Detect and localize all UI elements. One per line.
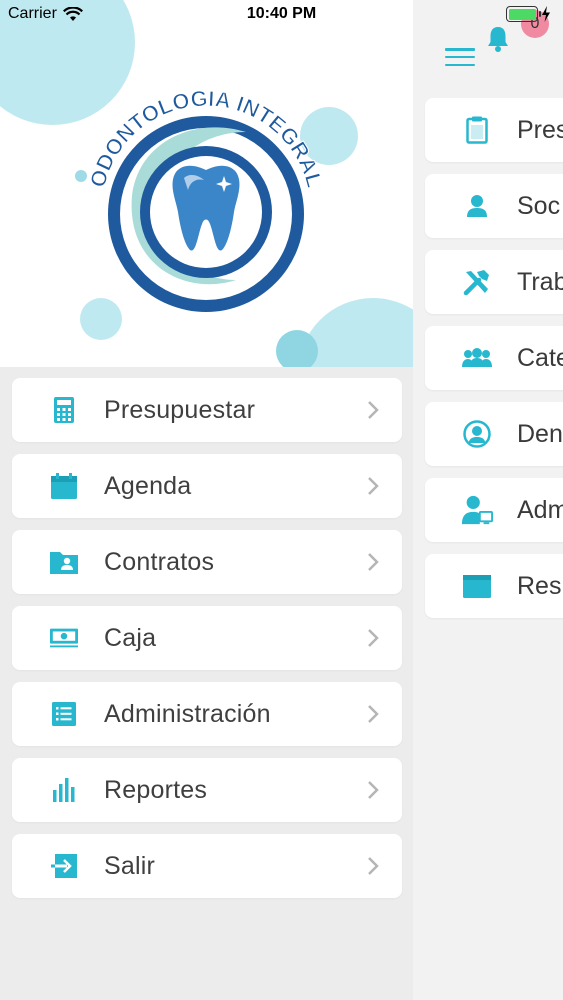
menu-item-salir[interactable]: Salir — [12, 834, 402, 898]
main-item-label: Adm — [517, 495, 563, 524]
bell-icon[interactable] — [483, 24, 513, 54]
main-item-presupuestos[interactable]: Pres — [425, 98, 563, 162]
chevron-right-icon — [368, 781, 379, 799]
menu-item-label: Administración — [104, 699, 271, 728]
main-item-label: Res — [517, 571, 562, 600]
chevron-right-icon — [368, 553, 379, 571]
exit-icon — [50, 852, 78, 880]
menu-item-label: Salir — [104, 851, 156, 880]
menu-item-label: Caja — [104, 623, 157, 652]
main-panel: 0 Pres Soc Trab Cate Den Adm Res — [413, 0, 563, 1000]
drawer-header: ODONTOLOGIA INTEGRAL — [0, 0, 413, 367]
tools-icon — [461, 266, 493, 298]
menu-item-contratos[interactable]: Contratos — [12, 530, 402, 594]
clipboard-icon — [461, 114, 493, 146]
hamburger-line — [445, 63, 475, 66]
main-item-socios[interactable]: Soc — [425, 174, 563, 238]
chevron-right-icon — [368, 705, 379, 723]
user-computer-icon — [461, 494, 493, 526]
menu-item-administracion[interactable]: Administración — [12, 682, 402, 746]
folder-user-icon — [50, 548, 78, 576]
menu-item-reportes[interactable]: Reportes — [12, 758, 402, 822]
calendar-icon — [50, 472, 78, 500]
status-bar: Carrier 10:40 PM — [0, 0, 563, 28]
menu-item-label: Contratos — [104, 547, 215, 576]
bar-chart-icon — [50, 776, 78, 804]
battery-icon — [506, 6, 541, 22]
odontologia-integral-logo: ODONTOLOGIA INTEGRAL — [84, 85, 328, 312]
list-icon — [50, 700, 78, 728]
group-icon — [461, 342, 493, 374]
menu-item-caja[interactable]: Caja — [12, 606, 402, 670]
chevron-right-icon — [368, 857, 379, 875]
chevron-right-icon — [368, 477, 379, 495]
hamburger-menu-button[interactable] — [445, 46, 475, 68]
status-time: 10:40 PM — [246, 5, 317, 22]
charging-bolt-icon — [542, 6, 550, 22]
cash-icon — [50, 624, 78, 652]
main-item-trabajos[interactable]: Trab — [425, 250, 563, 314]
user-circle-icon — [461, 418, 493, 450]
hamburger-line — [445, 48, 475, 51]
side-drawer: ODONTOLOGIA INTEGRAL Presupuestar Agenda… — [0, 0, 413, 1000]
folder-icon — [461, 570, 493, 602]
menu-item-agenda[interactable]: Agenda — [12, 454, 402, 518]
main-item-label: Soc — [517, 191, 561, 220]
person-icon — [461, 190, 493, 222]
main-menu-list: Pres Soc Trab Cate Den Adm Res — [425, 98, 563, 630]
main-item-label: Pres — [517, 115, 563, 144]
main-item-label: Trab — [517, 267, 563, 296]
chevron-right-icon — [368, 401, 379, 419]
battery-indicator — [506, 6, 551, 22]
menu-item-label: Reportes — [104, 775, 208, 804]
menu-item-label: Presupuestar — [104, 395, 256, 424]
menu-item-presupuestar[interactable]: Presupuestar — [12, 378, 402, 442]
main-item-reportes[interactable]: Res — [425, 554, 563, 618]
battery-fill — [508, 8, 536, 20]
chevron-right-icon — [368, 629, 379, 647]
menu-item-label: Agenda — [104, 471, 192, 500]
main-item-label: Den — [517, 419, 563, 448]
main-item-dentistas[interactable]: Den — [425, 402, 563, 466]
drawer-menu: Presupuestar Agenda Contratos Caja Admin… — [12, 378, 402, 910]
main-item-label: Cate — [517, 343, 563, 372]
main-item-categorias[interactable]: Cate — [425, 326, 563, 390]
main-item-administradores[interactable]: Adm — [425, 478, 563, 542]
hamburger-line — [445, 55, 475, 59]
calculator-icon — [50, 396, 78, 424]
decor-bubble — [276, 330, 318, 367]
